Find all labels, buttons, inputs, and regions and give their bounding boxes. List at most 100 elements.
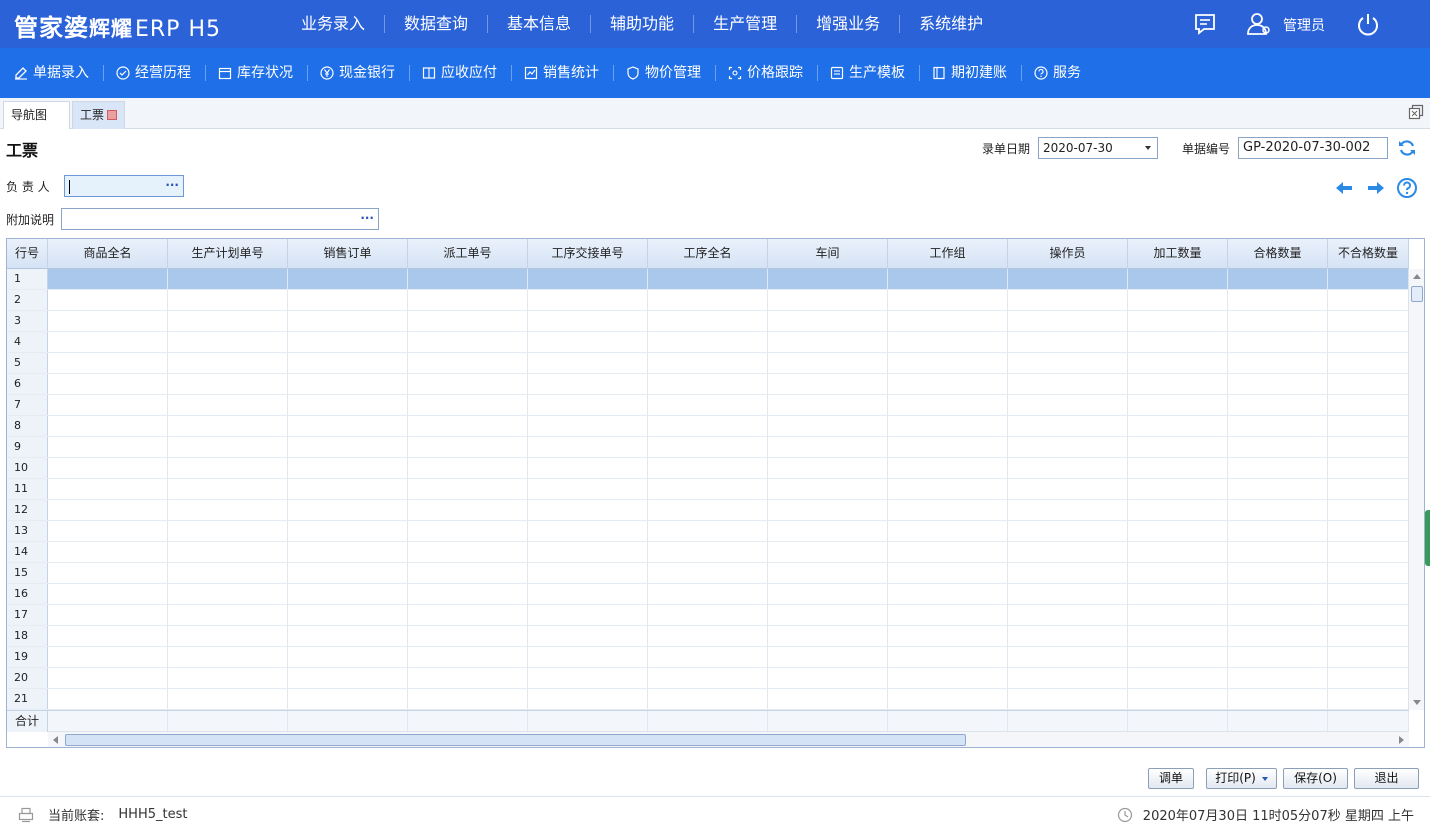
table-cell[interactable] [648, 500, 768, 520]
nav-production[interactable]: 生产管理 [694, 15, 798, 33]
print-button[interactable]: 打印(P) [1206, 768, 1277, 789]
table-cell[interactable] [648, 395, 768, 415]
tab-navigation-map[interactable]: 导航图 [3, 101, 70, 129]
table-row[interactable]: 14 [7, 542, 1409, 563]
note-input[interactable]: ··· [61, 208, 379, 230]
table-cell[interactable] [1228, 353, 1328, 373]
help-icon[interactable] [1396, 177, 1418, 199]
table-cell[interactable] [888, 626, 1008, 646]
table-cell[interactable] [1228, 437, 1328, 457]
table-cell[interactable] [48, 668, 168, 688]
nav-business-entry[interactable]: 业务录入 [282, 15, 386, 33]
table-cell[interactable] [1228, 269, 1328, 289]
table-cell[interactable] [48, 689, 168, 709]
table-row[interactable]: 21 [7, 689, 1409, 710]
table-cell[interactable] [1228, 290, 1328, 310]
table-cell[interactable] [648, 458, 768, 478]
table-cell[interactable] [1328, 353, 1409, 373]
table-cell[interactable] [528, 626, 648, 646]
table-cell[interactable] [648, 311, 768, 331]
exit-button[interactable]: 退出 [1354, 768, 1419, 789]
table-cell[interactable] [888, 563, 1008, 583]
table-cell[interactable] [1008, 647, 1128, 667]
table-cell[interactable] [1128, 374, 1228, 394]
table-cell[interactable] [288, 479, 408, 499]
table-cell[interactable] [48, 353, 168, 373]
table-cell[interactable] [768, 647, 888, 667]
table-cell[interactable] [1128, 353, 1228, 373]
table-cell[interactable] [1228, 626, 1328, 646]
table-cell[interactable] [48, 290, 168, 310]
date-select[interactable]: 2020-07-30 [1038, 137, 1158, 159]
table-cell[interactable] [168, 521, 288, 541]
table-cell[interactable] [1328, 332, 1409, 352]
table-cell[interactable] [408, 500, 528, 520]
table-cell[interactable] [48, 416, 168, 436]
owner-input[interactable]: ··· [64, 175, 184, 197]
table-cell[interactable] [648, 689, 768, 709]
table-cell[interactable] [48, 311, 168, 331]
table-cell[interactable] [408, 416, 528, 436]
table-cell[interactable] [168, 605, 288, 625]
toolbar-item-receivables[interactable]: 应收应付 [422, 65, 512, 81]
table-cell[interactable] [1008, 542, 1128, 562]
nav-system[interactable]: 系统维护 [900, 15, 1002, 33]
table-cell[interactable] [408, 311, 528, 331]
table-cell[interactable] [768, 584, 888, 604]
nav-data-query[interactable]: 数据查询 [385, 15, 489, 33]
user-name[interactable]: 管理员 [1283, 15, 1325, 35]
table-cell[interactable] [1328, 416, 1409, 436]
table-cell[interactable] [408, 290, 528, 310]
table-cell[interactable] [1328, 605, 1409, 625]
table-cell[interactable] [288, 689, 408, 709]
table-cell[interactable] [1008, 311, 1128, 331]
table-cell[interactable] [1128, 668, 1228, 688]
table-cell[interactable] [48, 374, 168, 394]
table-cell[interactable] [288, 563, 408, 583]
table-cell[interactable] [528, 647, 648, 667]
side-handle[interactable] [1425, 510, 1430, 566]
table-cell[interactable] [288, 311, 408, 331]
table-cell[interactable] [288, 605, 408, 625]
table-cell[interactable] [1008, 269, 1128, 289]
table-cell[interactable] [1128, 500, 1228, 520]
table-cell[interactable] [1128, 521, 1228, 541]
table-cell[interactable] [1008, 605, 1128, 625]
table-cell[interactable] [888, 353, 1008, 373]
toolbar-item-cash-bank[interactable]: 现金银行 [320, 65, 410, 81]
table-cell[interactable] [1008, 563, 1128, 583]
table-cell[interactable] [48, 605, 168, 625]
scroll-right-icon[interactable] [1399, 736, 1404, 744]
table-cell[interactable] [1328, 458, 1409, 478]
table-cell[interactable] [408, 689, 528, 709]
table-cell[interactable] [528, 374, 648, 394]
table-cell[interactable] [1328, 500, 1409, 520]
table-cell[interactable] [1008, 584, 1128, 604]
table-cell[interactable] [408, 563, 528, 583]
table-cell[interactable] [1128, 542, 1228, 562]
col-header-dispatch-no[interactable]: 派工单号 [408, 239, 528, 269]
table-cell[interactable] [1228, 542, 1328, 562]
table-cell[interactable] [1328, 269, 1409, 289]
table-cell[interactable] [1128, 269, 1228, 289]
table-cell[interactable] [168, 269, 288, 289]
col-header-plan-no[interactable]: 生产计划单号 [168, 239, 288, 269]
table-cell[interactable] [888, 542, 1008, 562]
col-header-work-group[interactable]: 工作组 [888, 239, 1008, 269]
table-cell[interactable] [528, 269, 648, 289]
table-cell[interactable] [288, 584, 408, 604]
table-cell[interactable] [168, 479, 288, 499]
table-cell[interactable] [1328, 626, 1409, 646]
table-cell[interactable] [408, 374, 528, 394]
table-cell[interactable] [528, 479, 648, 499]
table-cell[interactable] [1128, 689, 1228, 709]
scroll-down-icon[interactable] [1413, 700, 1421, 705]
table-cell[interactable] [1128, 626, 1228, 646]
table-cell[interactable] [768, 563, 888, 583]
table-row[interactable]: 2 [7, 290, 1409, 311]
table-row[interactable]: 19 [7, 647, 1409, 668]
table-cell[interactable] [888, 647, 1008, 667]
table-cell[interactable] [888, 479, 1008, 499]
table-row[interactable]: 20 [7, 668, 1409, 689]
toolbar-item-inventory[interactable]: 库存状况 [218, 65, 308, 81]
